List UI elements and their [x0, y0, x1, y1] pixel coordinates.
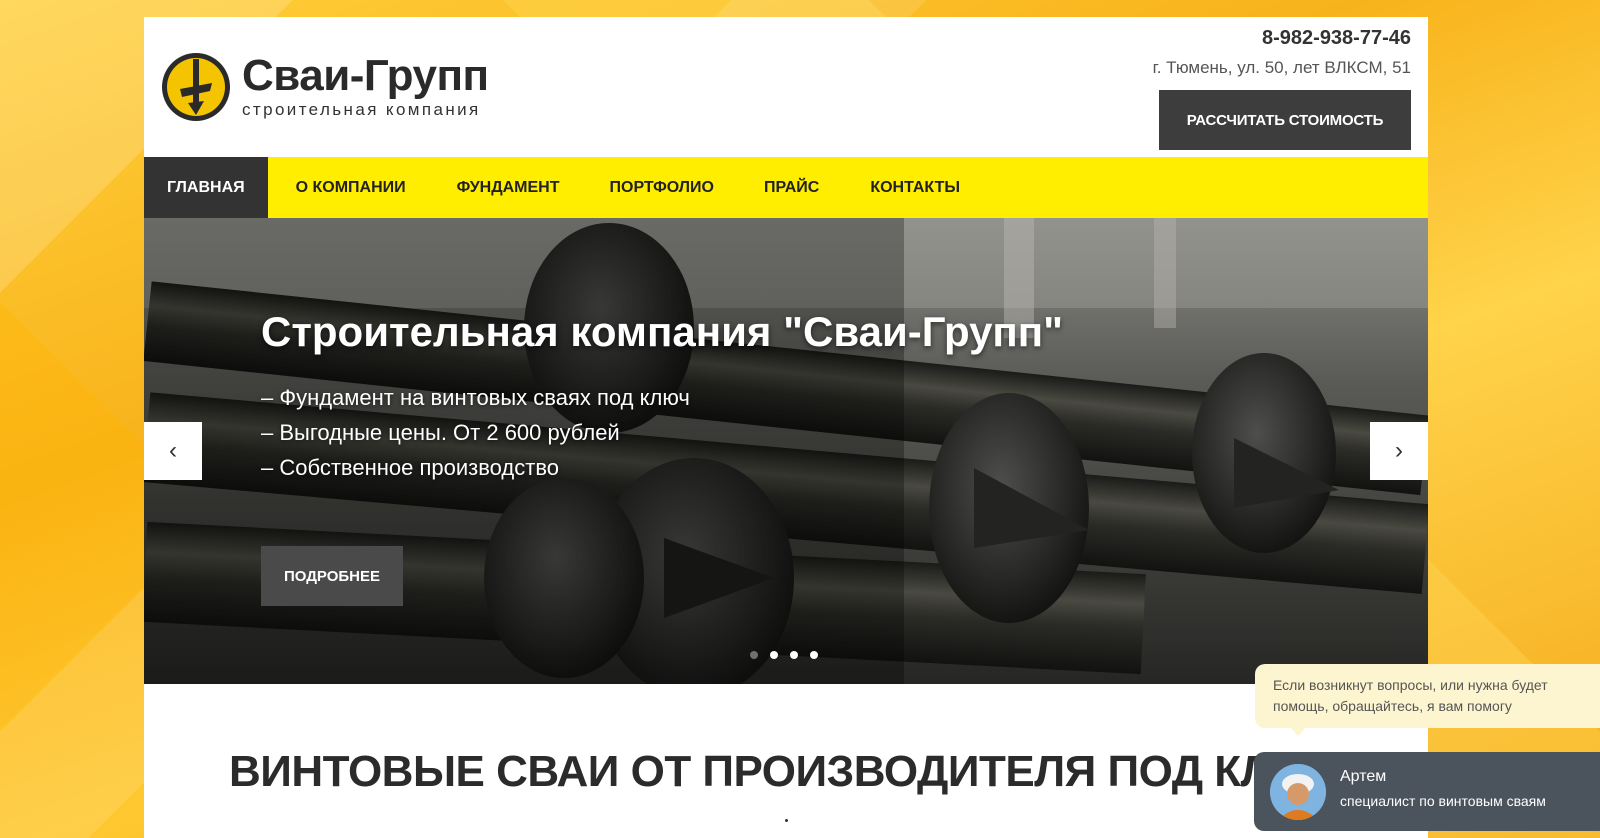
- hero-bullet: – Собственное производство: [261, 455, 559, 480]
- address-text: г. Тюмень, ул. 50, лет ВЛКСМ, 51: [1152, 58, 1411, 77]
- header-contacts: 8-982-938-77-46 г. Тюмень, ул. 50, лет В…: [1153, 27, 1411, 78]
- agent-avatar: [1270, 764, 1326, 820]
- section-separator: [785, 819, 788, 822]
- slider-dot[interactable]: [810, 651, 818, 659]
- more-button[interactable]: ПОДРОБНЕЕ: [261, 546, 403, 606]
- chat-message-bubble[interactable]: Если возникнут вопросы, или нужна будет …: [1255, 664, 1600, 728]
- slider-prev-arrow-icon[interactable]: ‹: [144, 422, 202, 480]
- slider-dot[interactable]: [790, 651, 798, 659]
- nav-item-about[interactable]: О КОМПАНИИ: [268, 157, 431, 218]
- main-nav: ГЛАВНАЯ О КОМПАНИИ ФУНДАМЕНТ ПОРТФОЛИО П…: [144, 157, 1428, 218]
- agent-name: Артем: [1340, 768, 1387, 785]
- slider-dots: [750, 651, 818, 659]
- chat-bubble-tail: [1290, 727, 1306, 736]
- phone-link[interactable]: 8-982-938-77-46: [1153, 27, 1411, 50]
- calculate-cost-button[interactable]: РАССЧИТАТЬ СТОИМОСТЬ: [1159, 90, 1411, 150]
- nav-item-foundation[interactable]: ФУНДАМЕНТ: [431, 157, 586, 218]
- nav-item-price[interactable]: ПРАЙС: [738, 157, 845, 218]
- slider-next-arrow-icon[interactable]: ›: [1370, 422, 1428, 480]
- agent-photo-icon: [1270, 764, 1326, 820]
- agent-role: специалист по винтовым сваям: [1340, 793, 1546, 809]
- logo[interactable]: Сваи-Групп строительная компания: [160, 51, 489, 123]
- brand-name: Сваи-Групп: [242, 51, 489, 100]
- hero-bullet: – Выгодные цены. От 2 600 рублей: [261, 420, 620, 445]
- logo-pile-icon: [162, 53, 230, 121]
- slider-dot[interactable]: [770, 651, 778, 659]
- hero-bullets: – Фундамент на винтовых сваях под ключ –…: [261, 380, 690, 485]
- slider-dot[interactable]: [750, 651, 758, 659]
- nav-item-contacts[interactable]: КОНТАКТЫ: [845, 157, 985, 218]
- hero-bullet: – Фундамент на винтовых сваях под ключ: [261, 385, 690, 410]
- section-title: ВИНТОВЫЕ СВАИ ОТ ПРОИЗВОДИТЕЛЯ ПОД КЛЮЧ: [229, 747, 1346, 796]
- chat-widget[interactable]: Артем специалист по винтовым сваям: [1254, 752, 1600, 831]
- site-container: Сваи-Групп строительная компания 8-982-9…: [144, 17, 1428, 838]
- nav-item-portfolio[interactable]: ПОРТФОЛИО: [586, 157, 738, 218]
- hero-slider: Строительная компания "Сваи-Групп" – Фун…: [144, 218, 1428, 684]
- nav-item-home[interactable]: ГЛАВНАЯ: [144, 157, 268, 218]
- hero-title: Строительная компания "Сваи-Групп": [261, 308, 1064, 355]
- brand-tagline: строительная компания: [242, 100, 481, 119]
